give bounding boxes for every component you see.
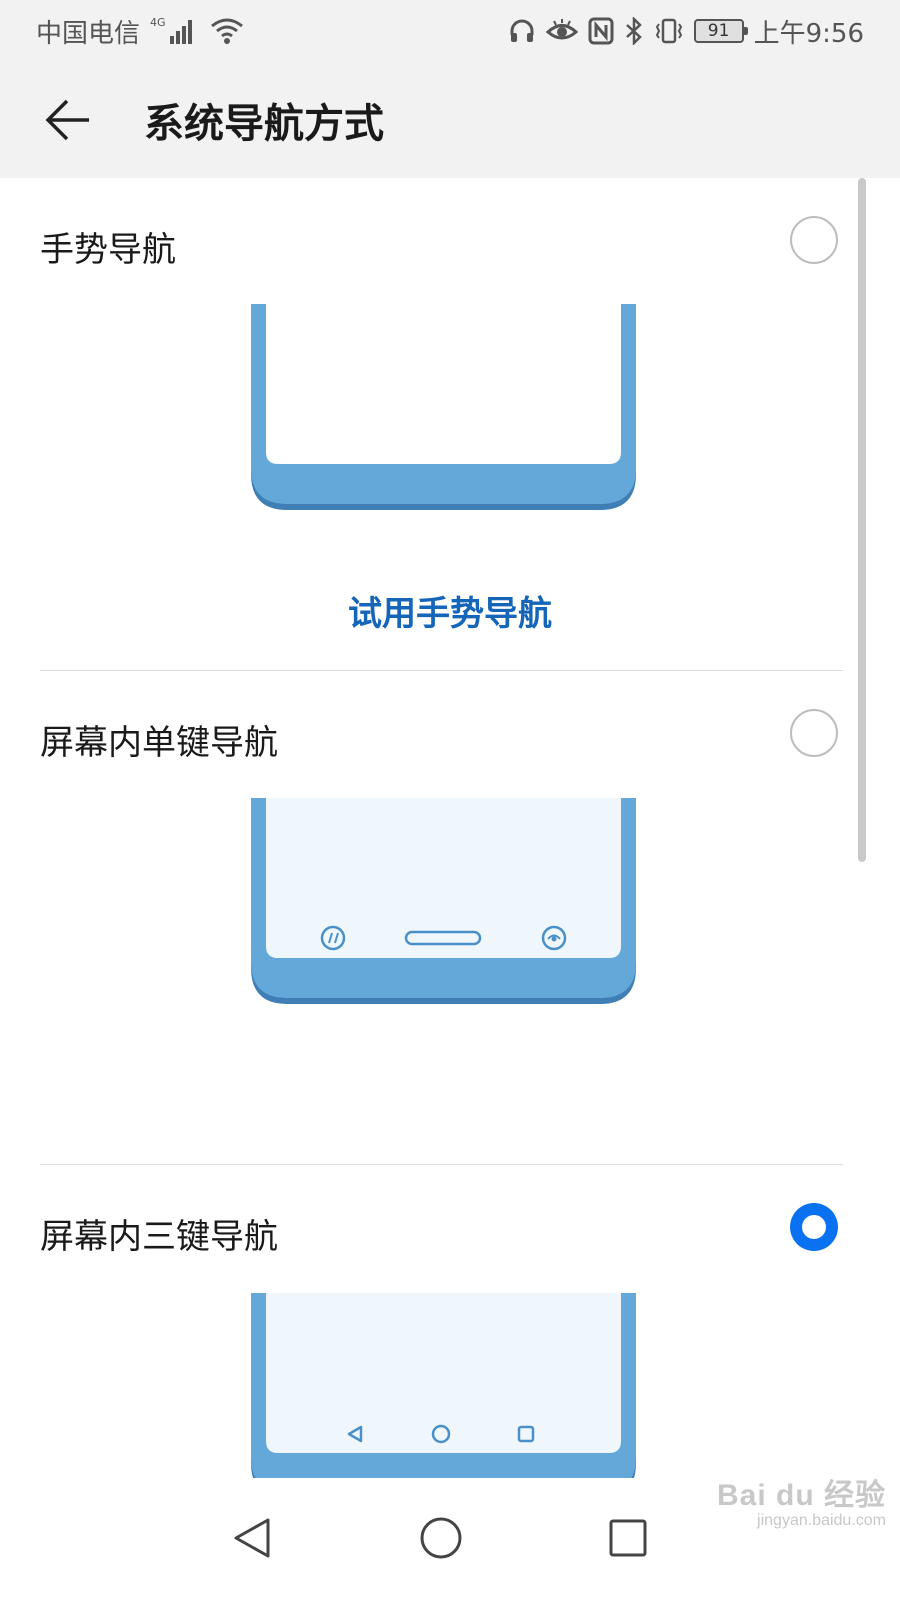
vibrate-icon	[654, 17, 684, 45]
phone-illustration-three-key	[251, 1293, 636, 1501]
headphones-icon	[508, 17, 536, 45]
signal-icon: 4G	[150, 16, 200, 46]
scrollbar[interactable]	[858, 178, 866, 862]
network-label: 4G	[150, 16, 166, 29]
arrow-left-icon	[45, 99, 89, 141]
status-time: 上午9:56	[753, 18, 864, 49]
back-triangle-icon	[234, 1518, 270, 1558]
bluetooth-icon	[624, 17, 644, 45]
baidu-jingyan-watermark: Bai du 经验 jingyan.baidu.com	[676, 1470, 886, 1560]
phone-illustration-single-key	[251, 798, 636, 1006]
battery-icon: 91	[693, 19, 748, 43]
phone-illustration-gesture	[251, 304, 636, 512]
nav-home-button[interactable]	[401, 1498, 481, 1578]
options-list: 手势导航 试用手势导航 屏幕内单键导航 屏幕内三键导航	[0, 178, 900, 1510]
battery-level: 91	[707, 21, 730, 41]
back-button[interactable]	[28, 80, 108, 160]
option-title: 屏幕内单键导航	[40, 723, 278, 763]
status-left: 中国电信 4G	[36, 13, 244, 50]
status-right: 91 上午9:56	[508, 13, 864, 50]
wifi-icon	[210, 16, 244, 46]
divider	[40, 1164, 843, 1165]
option-title: 屏幕内三键导航	[40, 1217, 278, 1257]
recents-square-icon	[609, 1519, 647, 1557]
home-circle-icon	[420, 1517, 462, 1559]
divider	[40, 670, 843, 671]
try-gesture-navigation-button[interactable]: 试用手势导航	[0, 586, 900, 635]
carrier-label: 中国电信	[36, 18, 141, 49]
nfc-icon	[588, 17, 614, 45]
app-header: 系统导航方式	[0, 62, 900, 178]
watermark-logo: Bai du 经验	[716, 1479, 886, 1512]
watermark-url: jingyan.baidu.com	[757, 1512, 886, 1529]
status-bar: 中国电信 4G 91 上午9:56	[0, 0, 900, 62]
nav-recents-button[interactable]	[588, 1498, 668, 1578]
nav-back-button[interactable]	[212, 1498, 292, 1578]
eye-icon	[545, 17, 578, 45]
radio-three-key-navigation[interactable]	[790, 1203, 838, 1251]
option-title: 手势导航	[40, 230, 176, 270]
radio-gesture-navigation[interactable]	[790, 216, 838, 264]
radio-single-key-navigation[interactable]	[790, 709, 838, 757]
page-title: 系统导航方式	[144, 101, 384, 147]
